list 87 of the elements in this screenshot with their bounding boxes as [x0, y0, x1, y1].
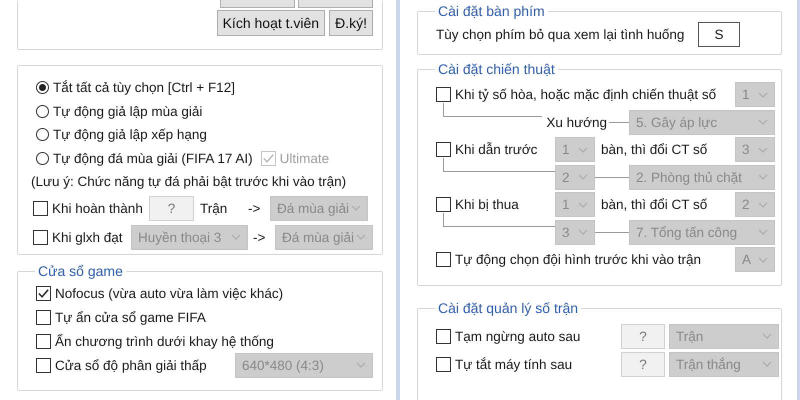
number-field[interactable]: ? — [621, 352, 665, 376]
radio-button[interactable] — [36, 104, 49, 118]
option-label: bàn, thì đổi CT số — [601, 142, 708, 158]
checkbox[interactable] — [436, 328, 451, 344]
option-label: Tự động giả lập mùa giải — [53, 104, 202, 119]
chevron-down-icon — [578, 146, 588, 153]
dropdown[interactable]: Huyền thoại 3 — [131, 224, 248, 250]
connector-line — [595, 232, 629, 233]
chevron-down-icon — [356, 234, 366, 240]
chevron-down-icon — [578, 174, 588, 180]
chevron-down-icon — [762, 333, 772, 339]
chevron-down-icon — [351, 205, 361, 211]
dropdown[interactable]: 7. Tổng tấn công — [629, 220, 775, 245]
option-label: Tự tắt máy tính sau — [455, 356, 572, 372]
number-field[interactable]: ? — [621, 324, 665, 348]
dropdown[interactable]: 5. Gây áp lực — [629, 110, 775, 135]
arrow-text: -> — [248, 200, 262, 216]
radio-button[interactable] — [36, 128, 49, 142]
group-title: Cài đặt quản lý số trận — [437, 300, 580, 316]
checkbox[interactable] — [36, 310, 51, 324]
arrow-text: -> — [253, 230, 266, 244]
checkbox[interactable] — [436, 252, 451, 268]
connector-line — [595, 176, 629, 178]
dropdown[interactable]: Trận — [669, 324, 779, 348]
option-label: Ẩn chương trình dưới khay hệ thống — [55, 334, 274, 348]
dropdown[interactable]: 1 — [555, 137, 595, 162]
chevron-down-icon — [578, 229, 588, 236]
chevron-down-icon — [762, 361, 772, 367]
option-label: Tạm ngừng auto sau — [455, 328, 580, 344]
dropdown[interactable]: 2 — [735, 192, 775, 218]
chevron-down-icon — [356, 362, 366, 368]
chevron-down-icon — [758, 174, 768, 180]
option-label: Ultimate — [280, 150, 330, 166]
radio-button[interactable] — [36, 152, 49, 165]
checkbox[interactable] — [36, 358, 51, 372]
option-label: Khi tỷ số hòa, hoặc mặc định chiến thuật số — [455, 87, 716, 102]
dropdown[interactable]: 3 — [735, 137, 775, 162]
chevron-down-icon — [231, 234, 241, 240]
option-label: Khi dẫn trước — [455, 142, 538, 158]
dropdown[interactable]: Trận thắng — [669, 352, 779, 376]
option-label: Tự ẩn cửa sổ game FIFA — [55, 310, 206, 324]
number-field[interactable]: ? — [149, 196, 194, 220]
option-label: Khi glxh đạt — [52, 230, 124, 244]
note-text: (Lưu ý: Chức năng tự đá phải bật trước khi vào trận) — [31, 173, 348, 192]
dropdown[interactable]: A — [735, 247, 775, 272]
checkbox[interactable] — [36, 334, 51, 348]
option-label: Tự động chọn đội hình trước khi vào trận — [455, 252, 702, 268]
dropdown[interactable]: 3 — [555, 220, 595, 245]
option-label: Tự động giả lập xếp hạng — [53, 127, 207, 142]
option-label: Cửa sổ độ phân giải thấp — [55, 358, 207, 372]
option-label: Tự động đá mùa giải (FIFA 17 AI) — [53, 150, 253, 166]
dropdown[interactable]: Đá mùa giải — [270, 196, 368, 220]
chevron-down-icon — [758, 146, 768, 153]
option-label: Nofocus (vừa auto vừa làm việc khác) — [55, 286, 284, 300]
option-label: bàn, thì đổi CT số — [601, 197, 708, 212]
dropdown[interactable]: 1 — [735, 82, 775, 108]
radio-button[interactable] — [36, 81, 49, 94]
option-label: Tùy chọn phím bỏ qua xem lại tình huống — [436, 26, 686, 42]
chevron-down-icon — [578, 202, 588, 208]
dropdown[interactable]: 640*480 (4:3) — [235, 352, 373, 378]
group-title: Cài đặt bàn phím — [437, 3, 546, 19]
checkbox[interactable] — [436, 142, 451, 158]
option-label: Xu hướng — [546, 114, 607, 130]
option-label: Tắt tất cả tùy chọn [Ctrl + F12] — [53, 80, 235, 96]
group-title: Cửa sổ game — [37, 263, 124, 279]
unit-label: Trận — [200, 200, 228, 216]
dropdown[interactable]: Đá mùa giải — [275, 224, 373, 250]
checkbox[interactable] — [436, 197, 451, 212]
key-field[interactable]: S — [698, 22, 740, 46]
chevron-down-icon — [758, 229, 768, 236]
button[interactable]: Đ.ký! — [329, 10, 373, 36]
dropdown[interactable]: 2 — [555, 164, 595, 190]
dropdown[interactable]: 1 — [555, 192, 595, 218]
chevron-down-icon — [758, 256, 768, 263]
checkbox[interactable] — [33, 230, 48, 244]
chevron-down-icon — [758, 202, 768, 208]
option-label: Khi bị thua — [455, 197, 519, 212]
dropdown[interactable]: 2. Phòng thủ chặt — [629, 164, 775, 190]
button[interactable]: Kích hoạt t.viên — [216, 10, 326, 36]
chevron-down-icon — [758, 119, 768, 126]
checkbox[interactable] — [436, 87, 451, 102]
option-label: Khi hoàn thành — [52, 200, 144, 216]
group-title: Cài đặt chiến thuật — [437, 61, 556, 77]
checkbox[interactable] — [436, 356, 451, 372]
checkbox[interactable] — [36, 286, 51, 300]
checkbox[interactable] — [33, 200, 48, 216]
chevron-down-icon — [758, 92, 768, 98]
